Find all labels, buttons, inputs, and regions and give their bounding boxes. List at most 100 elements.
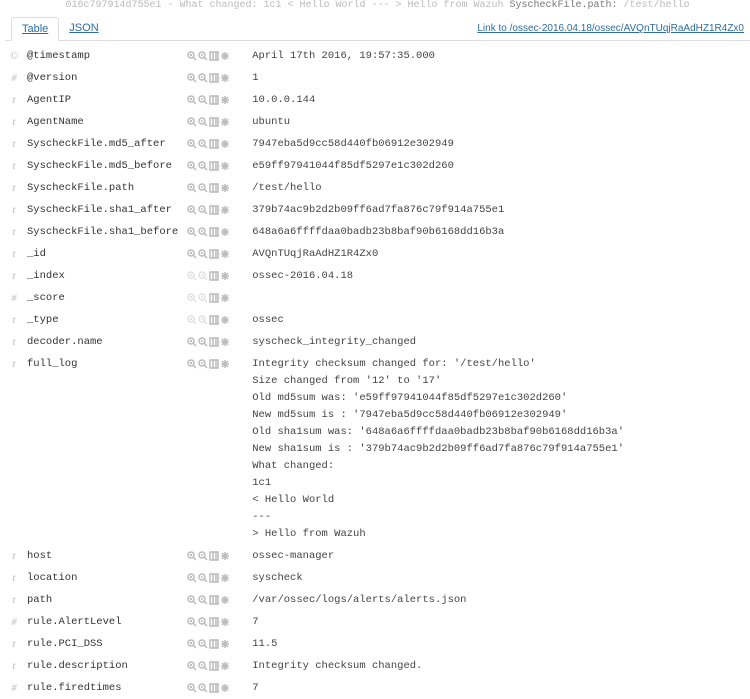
exists-filter-icon[interactable] xyxy=(219,290,230,307)
exists-filter-icon[interactable] xyxy=(219,92,230,109)
filter-for-icon[interactable] xyxy=(186,202,197,219)
filter-for-icon[interactable] xyxy=(186,290,197,307)
toggle-column-icon[interactable] xyxy=(208,48,219,65)
filter-for-icon[interactable] xyxy=(186,180,197,197)
exists-filter-icon[interactable] xyxy=(219,592,230,609)
filter-out-icon[interactable] xyxy=(197,570,208,587)
toggle-column-icon[interactable] xyxy=(208,680,219,697)
exists-filter-icon[interactable] xyxy=(219,114,230,131)
toggle-column-icon[interactable] xyxy=(208,268,219,285)
filter-out-icon[interactable] xyxy=(197,290,208,307)
toggle-column-icon[interactable] xyxy=(208,92,219,109)
table-row: tpath/var/ossec/logs/alerts/alerts.json xyxy=(5,590,750,612)
filter-out-icon[interactable] xyxy=(197,268,208,285)
filter-out-icon[interactable] xyxy=(197,334,208,351)
exists-filter-icon[interactable] xyxy=(219,158,230,175)
filter-out-icon[interactable] xyxy=(197,136,208,153)
toggle-column-icon[interactable] xyxy=(208,180,219,197)
toggle-column-icon[interactable] xyxy=(208,312,219,329)
filter-out-icon[interactable] xyxy=(197,548,208,565)
table-row: t_idAVQnTUqjRaAdHZ1R4Zx0 xyxy=(5,244,750,266)
filter-out-icon[interactable] xyxy=(197,592,208,609)
filter-out-icon[interactable] xyxy=(197,356,208,373)
toggle-column-icon[interactable] xyxy=(208,224,219,241)
exists-filter-icon[interactable] xyxy=(219,180,230,197)
field-type-icon: t xyxy=(5,354,23,546)
filter-out-icon[interactable] xyxy=(197,312,208,329)
filter-out-icon[interactable] xyxy=(197,614,208,631)
toggle-column-icon[interactable] xyxy=(208,548,219,565)
filter-out-icon[interactable] xyxy=(197,636,208,653)
exists-filter-icon[interactable] xyxy=(219,680,230,697)
toggle-column-icon[interactable] xyxy=(208,202,219,219)
filter-for-icon[interactable] xyxy=(186,636,197,653)
filter-for-icon[interactable] xyxy=(186,658,197,675)
filter-for-icon[interactable] xyxy=(186,268,197,285)
toggle-column-icon[interactable] xyxy=(208,246,219,263)
filter-for-icon[interactable] xyxy=(186,548,197,565)
exists-filter-icon[interactable] xyxy=(219,136,230,153)
exists-filter-icon[interactable] xyxy=(219,614,230,631)
toggle-column-icon[interactable] xyxy=(208,158,219,175)
tab-json[interactable]: JSON xyxy=(59,17,108,40)
filter-out-icon[interactable] xyxy=(197,70,208,87)
exists-filter-icon[interactable] xyxy=(219,202,230,219)
exists-filter-icon[interactable] xyxy=(219,312,230,329)
filter-for-icon[interactable] xyxy=(186,136,197,153)
exists-filter-icon[interactable] xyxy=(219,548,230,565)
toggle-column-icon[interactable] xyxy=(208,658,219,675)
field-name: decoder.name xyxy=(23,332,182,354)
toggle-column-icon[interactable] xyxy=(208,136,219,153)
exists-filter-icon[interactable] xyxy=(219,246,230,263)
filter-for-icon[interactable] xyxy=(186,224,197,241)
filter-out-icon[interactable] xyxy=(197,246,208,263)
toggle-column-icon[interactable] xyxy=(208,334,219,351)
toggle-column-icon[interactable] xyxy=(208,592,219,609)
filter-for-icon[interactable] xyxy=(186,356,197,373)
toggle-column-icon[interactable] xyxy=(208,614,219,631)
toggle-column-icon[interactable] xyxy=(208,290,219,307)
exists-filter-icon[interactable] xyxy=(219,334,230,351)
filter-out-icon[interactable] xyxy=(197,92,208,109)
exists-filter-icon[interactable] xyxy=(219,570,230,587)
filter-for-icon[interactable] xyxy=(186,114,197,131)
field-actions xyxy=(182,332,248,354)
filter-for-icon[interactable] xyxy=(186,312,197,329)
exists-filter-icon[interactable] xyxy=(219,268,230,285)
filter-for-icon[interactable] xyxy=(186,246,197,263)
doc-link[interactable]: Link to /ossec-2016.04.18/ossec/AVQnTUqj… xyxy=(471,19,750,38)
exists-filter-icon[interactable] xyxy=(219,70,230,87)
field-name: SyscheckFile.path xyxy=(23,178,182,200)
toggle-column-icon[interactable] xyxy=(208,356,219,373)
table-row: tSyscheckFile.path/test/hello xyxy=(5,178,750,200)
toggle-column-icon[interactable] xyxy=(208,570,219,587)
exists-filter-icon[interactable] xyxy=(219,224,230,241)
filter-for-icon[interactable] xyxy=(186,570,197,587)
filter-out-icon[interactable] xyxy=(197,224,208,241)
filter-out-icon[interactable] xyxy=(197,202,208,219)
filter-out-icon[interactable] xyxy=(197,658,208,675)
filter-for-icon[interactable] xyxy=(186,158,197,175)
toggle-column-icon[interactable] xyxy=(208,636,219,653)
filter-for-icon[interactable] xyxy=(186,680,197,697)
field-name: _index xyxy=(23,266,182,288)
toggle-column-icon[interactable] xyxy=(208,114,219,131)
exists-filter-icon[interactable] xyxy=(219,356,230,373)
filter-for-icon[interactable] xyxy=(186,334,197,351)
filter-for-icon[interactable] xyxy=(186,92,197,109)
exists-filter-icon[interactable] xyxy=(219,48,230,65)
exists-filter-icon[interactable] xyxy=(219,636,230,653)
exists-filter-icon[interactable] xyxy=(219,658,230,675)
filter-out-icon[interactable] xyxy=(197,48,208,65)
filter-for-icon[interactable] xyxy=(186,48,197,65)
filter-for-icon[interactable] xyxy=(186,592,197,609)
tab-table[interactable]: Table xyxy=(11,17,59,41)
filter-out-icon[interactable] xyxy=(197,180,208,197)
filter-for-icon[interactable] xyxy=(186,70,197,87)
filter-out-icon[interactable] xyxy=(197,680,208,697)
filter-out-icon[interactable] xyxy=(197,114,208,131)
field-name: _id xyxy=(23,244,182,266)
filter-out-icon[interactable] xyxy=(197,158,208,175)
toggle-column-icon[interactable] xyxy=(208,70,219,87)
filter-for-icon[interactable] xyxy=(186,614,197,631)
